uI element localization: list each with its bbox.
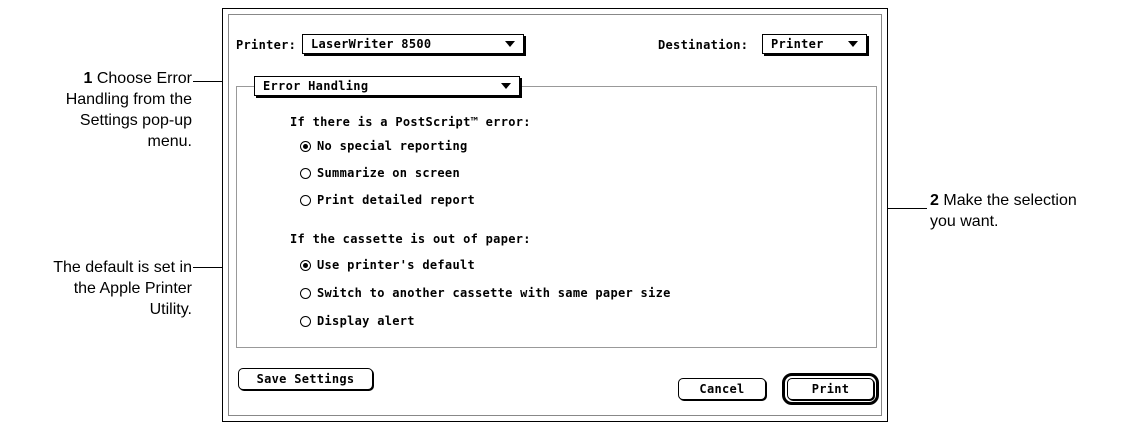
chevron-down-icon — [848, 41, 858, 47]
step2-line-2: you want. — [930, 213, 999, 230]
cancel-button[interactable]: Cancel — [678, 378, 766, 400]
step2-line-1: Make the selection — [943, 192, 1077, 209]
postscript-heading: If there is a PostScript™ error: — [290, 115, 531, 129]
step2-number: 2 — [930, 192, 939, 209]
radio-no-special-reporting[interactable]: No special reporting — [300, 139, 468, 153]
default-line-2: the Apple Printer — [73, 280, 192, 297]
destination-popup[interactable]: Printer — [762, 34, 867, 54]
default-line-3: Utility. — [149, 301, 192, 318]
step2-note: 2 Make the selection you want. — [930, 190, 1130, 232]
settings-popup-value: Error Handling — [263, 79, 369, 93]
radio-selected-icon — [300, 140, 311, 152]
step1-line-4: menu. — [147, 133, 192, 150]
default-note: The default is set in the Apple Printer … — [10, 257, 192, 320]
radio-label: Use printer's default — [317, 258, 476, 272]
settings-popup[interactable]: Error Handling — [254, 76, 520, 96]
radio-unselected-icon — [300, 194, 311, 206]
step1-line-3: Settings pop-up — [79, 112, 192, 129]
save-settings-button[interactable]: Save Settings — [238, 368, 373, 390]
step1-note: 1 Choose Error Handling from the Setting… — [20, 68, 192, 152]
radio-label: Switch to another cassette with same pap… — [317, 286, 671, 300]
radio-switch-cassette[interactable]: Switch to another cassette with same pap… — [300, 286, 671, 300]
step1-line-1: Choose Error — [96, 70, 192, 87]
radio-label: No special reporting — [317, 139, 468, 153]
radio-unselected-icon — [300, 167, 311, 179]
radio-selected-icon — [300, 259, 311, 271]
paper-heading: If the cassette is out of paper: — [290, 232, 531, 246]
default-line-1: The default is set in — [53, 259, 192, 276]
printer-popup-value: LaserWriter 8500 — [311, 37, 432, 51]
destination-label: Destination: — [658, 38, 749, 52]
radio-use-printer-default[interactable]: Use printer's default — [300, 258, 475, 272]
chevron-down-icon — [501, 83, 511, 89]
radio-display-alert[interactable]: Display alert — [300, 314, 415, 328]
chevron-down-icon — [505, 41, 515, 47]
radio-label: Print detailed report — [317, 193, 476, 207]
radio-unselected-icon — [300, 287, 311, 299]
step1-line-2: Handling from the — [65, 91, 192, 108]
radio-label: Summarize on screen — [317, 166, 460, 180]
radio-print-detailed-report[interactable]: Print detailed report — [300, 193, 475, 207]
printer-popup[interactable]: LaserWriter 8500 — [302, 34, 524, 54]
print-button[interactable]: Print — [782, 373, 879, 405]
radio-label: Display alert — [317, 314, 415, 328]
destination-popup-value: Printer — [771, 37, 824, 51]
printer-label: Printer: — [236, 38, 297, 52]
step1-number: 1 — [83, 70, 93, 87]
radio-summarize-on-screen[interactable]: Summarize on screen — [300, 166, 460, 180]
radio-unselected-icon — [300, 315, 311, 327]
